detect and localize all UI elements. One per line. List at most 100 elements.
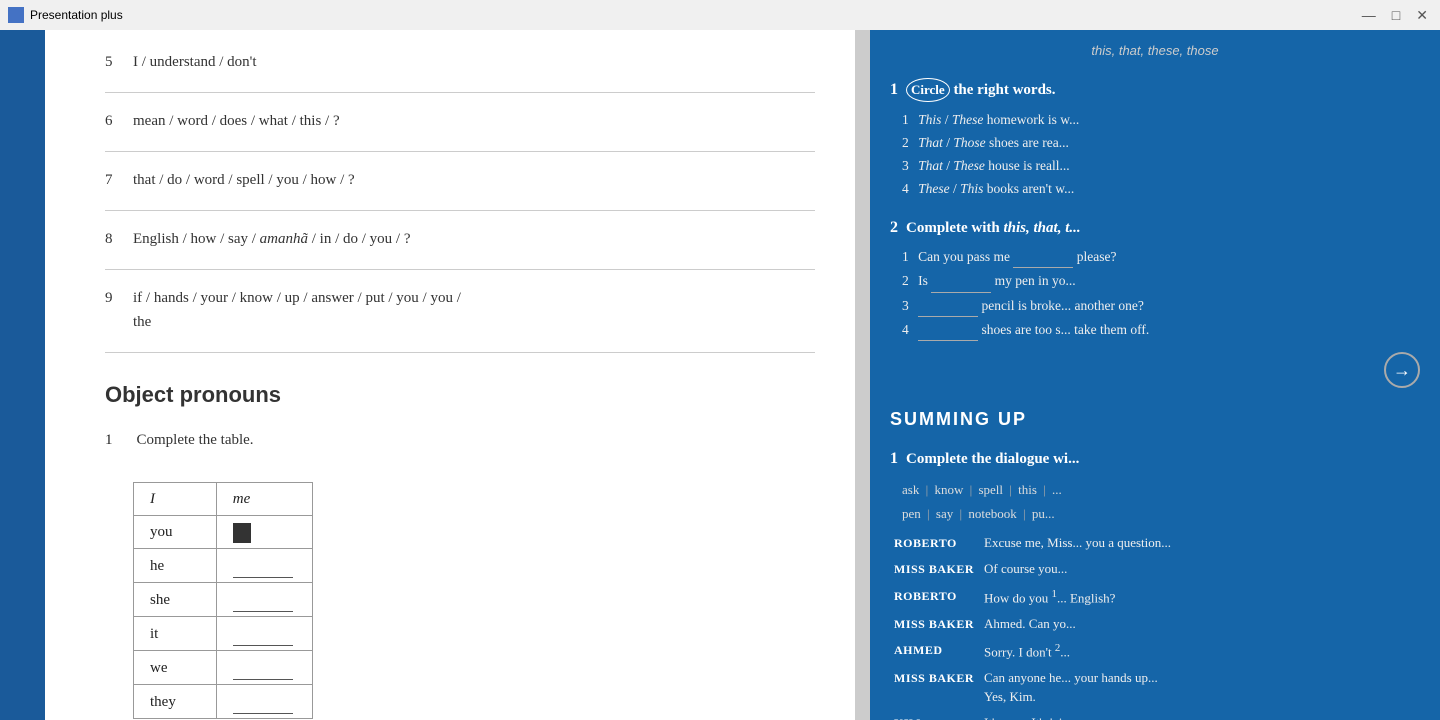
- right-ex2-item-1: 1 Can you pass me please?: [902, 247, 1420, 268]
- exercise-op-1-label: Complete the table.: [137, 428, 254, 452]
- speaker-ahmed: AHMED: [894, 640, 974, 662]
- right-item-4-text: These / This books aren't w...: [918, 181, 1074, 196]
- dialogue-text-kim: It's easy. It's 'pia...: [984, 713, 1078, 720]
- exercise-number-5: 5: [105, 50, 121, 74]
- object-she[interactable]: [216, 583, 312, 617]
- sep-7: |: [1023, 506, 1026, 521]
- pronoun-table-container: I me you he she: [133, 482, 815, 719]
- dialogue-text-roberto-2: How do you 1... English?: [984, 586, 1115, 608]
- blank-1: [1013, 247, 1073, 268]
- table-row-it: it: [134, 617, 313, 651]
- dialogue-row-missbaker-1: MISS BAKER Of course you...: [894, 559, 1420, 579]
- right-exercise-1-label: the right words.: [953, 82, 1055, 98]
- right-exercise-2-items: 1 Can you pass me please? 2 Is my pen in…: [890, 247, 1420, 341]
- table-row-he: he: [134, 549, 313, 583]
- table-row-they: they: [134, 685, 313, 719]
- summing-up-exercise-1-heading: 1 Complete the dialogue wi...: [890, 445, 1420, 473]
- subject-it: it: [134, 617, 217, 651]
- header-subject: I: [134, 483, 217, 516]
- object-it[interactable]: [216, 617, 312, 651]
- window-controls[interactable]: — □ ✕: [1358, 7, 1432, 24]
- exercise-6: 6 mean / word / does / what / this / ?: [105, 109, 815, 133]
- subject-he: he: [134, 549, 217, 583]
- exercise-7: 7 that / do / word / spell / you / how /…: [105, 168, 815, 192]
- right-item-2-text: That / Those shoes are rea...: [918, 135, 1069, 150]
- exercise-9: 9 if / hands / your / know / up / answer…: [105, 286, 815, 334]
- right-exercise-2-heading: 2 Complete with this, that, t...: [890, 214, 1420, 242]
- sep-1: |: [926, 482, 929, 497]
- object-they[interactable]: [216, 685, 312, 719]
- summing-up-heading: SUMMING UP: [890, 404, 1420, 435]
- dialogue-row-missbaker-3: MISS BAKER Can anyone he... your hands u…: [894, 668, 1420, 707]
- circle-icon: Circle: [906, 78, 950, 102]
- exercise-text-8: English / how / say / amanhã / in / do /…: [133, 227, 411, 251]
- minimize-button[interactable]: —: [1358, 7, 1380, 24]
- exercise-5: 5 I / understand / don't: [105, 50, 815, 74]
- right-item-4: 4 These / This books aren't w...: [902, 179, 1420, 199]
- right-section-title: this, that, these, those: [890, 40, 1420, 62]
- exercise-number-6: 6: [105, 109, 121, 133]
- object-you[interactable]: [216, 516, 312, 549]
- dialogue-word-bank: ask | know | spell | this | ... pen | sa…: [902, 478, 1420, 525]
- exercises-list: 5 I / understand / don't 6 mean / word /…: [105, 50, 815, 334]
- blank-we: [233, 655, 293, 680]
- right-exercise-2: 2 Complete with this, that, t... 1 Can y…: [890, 214, 1420, 389]
- table-row-you: you: [134, 516, 313, 549]
- exercise-8: 8 English / how / say / amanhã / in / do…: [105, 227, 815, 251]
- scrollbar[interactable]: [855, 30, 870, 720]
- blank-2: [931, 271, 991, 292]
- exercise-number-7: 7: [105, 168, 121, 192]
- right-ex2-item-3-text: pencil is broke... another one?: [918, 298, 1144, 313]
- table-row-we: we: [134, 651, 313, 685]
- right-item-2: 2 That / Those shoes are rea...: [902, 133, 1420, 153]
- right-exercise-2-num: 2: [890, 214, 898, 241]
- right-ex2-item-1-text: Can you pass me please?: [918, 249, 1116, 264]
- table-header-row: I me: [134, 483, 313, 516]
- exercise-number-8: 8: [105, 227, 121, 251]
- exercise-text-7: that / do / word / spell / you / how / ?: [133, 168, 355, 192]
- blank-3: [918, 296, 978, 317]
- exercise-op-1-num: 1: [105, 428, 113, 452]
- exercise-number-9: 9: [105, 286, 121, 334]
- speaker-missbaker-1: MISS BAKER: [894, 559, 974, 579]
- object-he[interactable]: [216, 549, 312, 583]
- subject-they: they: [134, 685, 217, 719]
- main-content[interactable]: 5 I / understand / don't 6 mean / word /…: [45, 30, 855, 720]
- next-arrow-button[interactable]: →: [1384, 352, 1420, 388]
- subject-she: she: [134, 583, 217, 617]
- dialogue-row-kim: KIM It's easy. It's 'pia...: [894, 713, 1420, 720]
- right-item-1: 1 This / These homework is w...: [902, 110, 1420, 130]
- speaker-roberto-1: ROBERTO: [894, 533, 974, 553]
- right-exercise-1-num: 1: [890, 76, 898, 103]
- dialogue-container: ROBERTO Excuse me, Miss... you a questio…: [890, 533, 1420, 720]
- close-button[interactable]: ✕: [1412, 7, 1432, 24]
- content-area: 5 I / understand / don't 6 mean / word /…: [0, 30, 1440, 720]
- right-exercise-1: 1 Circle the right words. 1 This / These…: [890, 76, 1420, 200]
- right-item-3: 3 That / These house is reall...: [902, 156, 1420, 176]
- app-title: Presentation plus: [30, 8, 123, 22]
- dialogue-text-missbaker-3: Can anyone he... your hands up...Yes, Ki…: [984, 668, 1158, 707]
- right-ex2-item-2-text: Is my pen in yo...: [918, 273, 1076, 288]
- right-ex2-item-2: 2 Is my pen in yo...: [902, 271, 1420, 292]
- right-item-1-text: This / These homework is w...: [918, 112, 1079, 127]
- blank-they: [233, 689, 293, 714]
- summing-up-num: 1: [890, 445, 898, 472]
- object-pronouns-section: Object pronouns 1 Complete the table. I …: [105, 377, 815, 720]
- app-icon: [8, 7, 24, 23]
- table-row-she: she: [134, 583, 313, 617]
- right-exercise-1-heading: 1 Circle the right words.: [890, 76, 1420, 104]
- right-exercise-2-label: Complete with this, that, t...: [906, 216, 1081, 242]
- dialogue-row-missbaker-2: MISS BAKER Ahmed. Can yo...: [894, 614, 1420, 634]
- right-ex2-item-3: 3 pencil is broke... another one?: [902, 296, 1420, 317]
- blank-it: [233, 621, 293, 646]
- right-ex2-item-4-text: shoes are too s... take them off.: [918, 322, 1149, 337]
- dialogue-row-ahmed: AHMED Sorry. I don't 2...: [894, 640, 1420, 662]
- section-heading-object-pronouns: Object pronouns: [105, 377, 815, 412]
- maximize-button[interactable]: □: [1388, 7, 1404, 24]
- dialogue-row-roberto-2: ROBERTO How do you 1... English?: [894, 586, 1420, 608]
- object-we[interactable]: [216, 651, 312, 685]
- right-panel: this, that, these, those 1 Circle the ri…: [870, 30, 1440, 720]
- title-bar: Presentation plus — □ ✕: [0, 0, 1440, 30]
- right-ex2-item-4: 4 shoes are too s... take them off.: [902, 320, 1420, 341]
- subject-you: you: [134, 516, 217, 549]
